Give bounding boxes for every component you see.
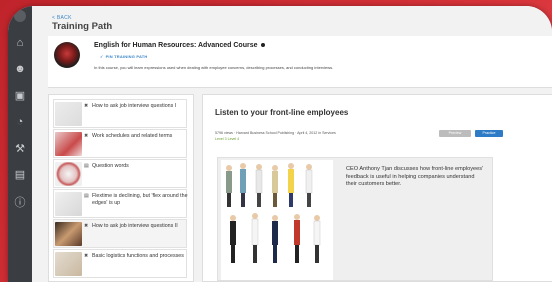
course-card: English for Human Resources: Advanced Co… (48, 36, 552, 88)
main-area: < BACK Training Path English for Human R… (32, 6, 552, 282)
list-item[interactable]: ▤ Flextime is declining, but 'flex aroun… (53, 189, 188, 218)
app-window: ⌂ ☻ ▣ ◔ ⚒ ▤ ⓘ < BACK Training Path Engli… (8, 6, 552, 282)
course-description: In this course, you will learn expressio… (94, 65, 334, 70)
lesson-thumbnail (55, 192, 82, 216)
lesson-title: Listen to your front-line employees (215, 108, 349, 117)
pin-icon: ✓ (100, 54, 104, 59)
lesson-label: How to ask job interview questions II (92, 223, 178, 229)
pin-training-path-link[interactable]: ✓ PIN TRAINING PATH (100, 54, 147, 59)
wrench-icon[interactable]: ⚒ (13, 142, 27, 156)
page-title: Training Path (52, 21, 113, 32)
pie-chart-icon[interactable]: ◔ (13, 115, 27, 129)
status-dot-icon (261, 43, 266, 48)
lesson-thumbnail (55, 252, 82, 276)
users-icon[interactable]: ☻ (13, 62, 27, 76)
preview-button[interactable]: Preview (439, 130, 471, 137)
lesson-content: Listen to your front-line employees 5796… (202, 94, 552, 282)
course-logo (54, 42, 80, 68)
lesson-label: How to ask job interview questions I (92, 103, 177, 109)
tools-icon: ✖ (84, 253, 89, 259)
lesson-meta: 5796 views · Harvard Business School Pub… (215, 131, 336, 135)
course-title: English for Human Resources: Advanced Co… (94, 42, 266, 49)
pin-label: PIN TRAINING PATH (105, 54, 148, 59)
video-panel[interactable]: CEO Anthony Tjan discusses how front-lin… (217, 157, 493, 281)
employees-image (221, 160, 333, 280)
sidebar: ⌂ ☻ ▣ ◔ ⚒ ▤ ⓘ (8, 6, 32, 282)
lesson-thumbnail (55, 222, 82, 246)
lesson-thumbnail (55, 162, 82, 186)
list-item[interactable]: ✖ Basic logistics functions and processe… (53, 249, 187, 278)
list-item[interactable]: ✖ Work schedules and related terms (53, 129, 187, 158)
lesson-level: Level 3 Level 4 (215, 137, 240, 141)
practice-button[interactable]: Practice (475, 130, 503, 137)
employees-illustration (226, 163, 321, 263)
lesson-thumbnail (55, 132, 82, 156)
tools-icon: ✖ (84, 223, 89, 229)
lesson-label: Work schedules and related terms (92, 133, 173, 139)
course-title-text: English for Human Resources: Advanced Co… (94, 42, 258, 49)
lesson-thumbnail (55, 102, 82, 126)
list-item[interactable]: ✖ How to ask job interview questions I (53, 99, 187, 128)
help-icon[interactable]: ⓘ (13, 196, 27, 210)
lesson-label: Basic logistics functions and processes (92, 253, 184, 259)
lesson-list: ✖ How to ask job interview questions I ✖… (48, 94, 194, 282)
lesson-label: Question words (92, 163, 129, 169)
document-icon: ▤ (84, 163, 89, 169)
tools-icon: ✖ (84, 133, 89, 139)
video-caption: CEO Anthony Tjan discusses how front-lin… (346, 166, 484, 188)
tools-icon: ✖ (84, 103, 89, 109)
document-icon[interactable]: ▤ (13, 168, 27, 182)
books-icon[interactable]: ▣ (13, 89, 27, 103)
document-icon: ▤ (84, 193, 89, 199)
list-item[interactable]: ✖ How to ask job interview questions II (53, 219, 187, 248)
lesson-label: Flextime is declining, but 'flex around … (92, 193, 188, 206)
list-item[interactable]: ▤ Question words (53, 159, 187, 188)
home-icon[interactable]: ⌂ (13, 36, 27, 50)
logo-icon[interactable] (14, 10, 26, 22)
